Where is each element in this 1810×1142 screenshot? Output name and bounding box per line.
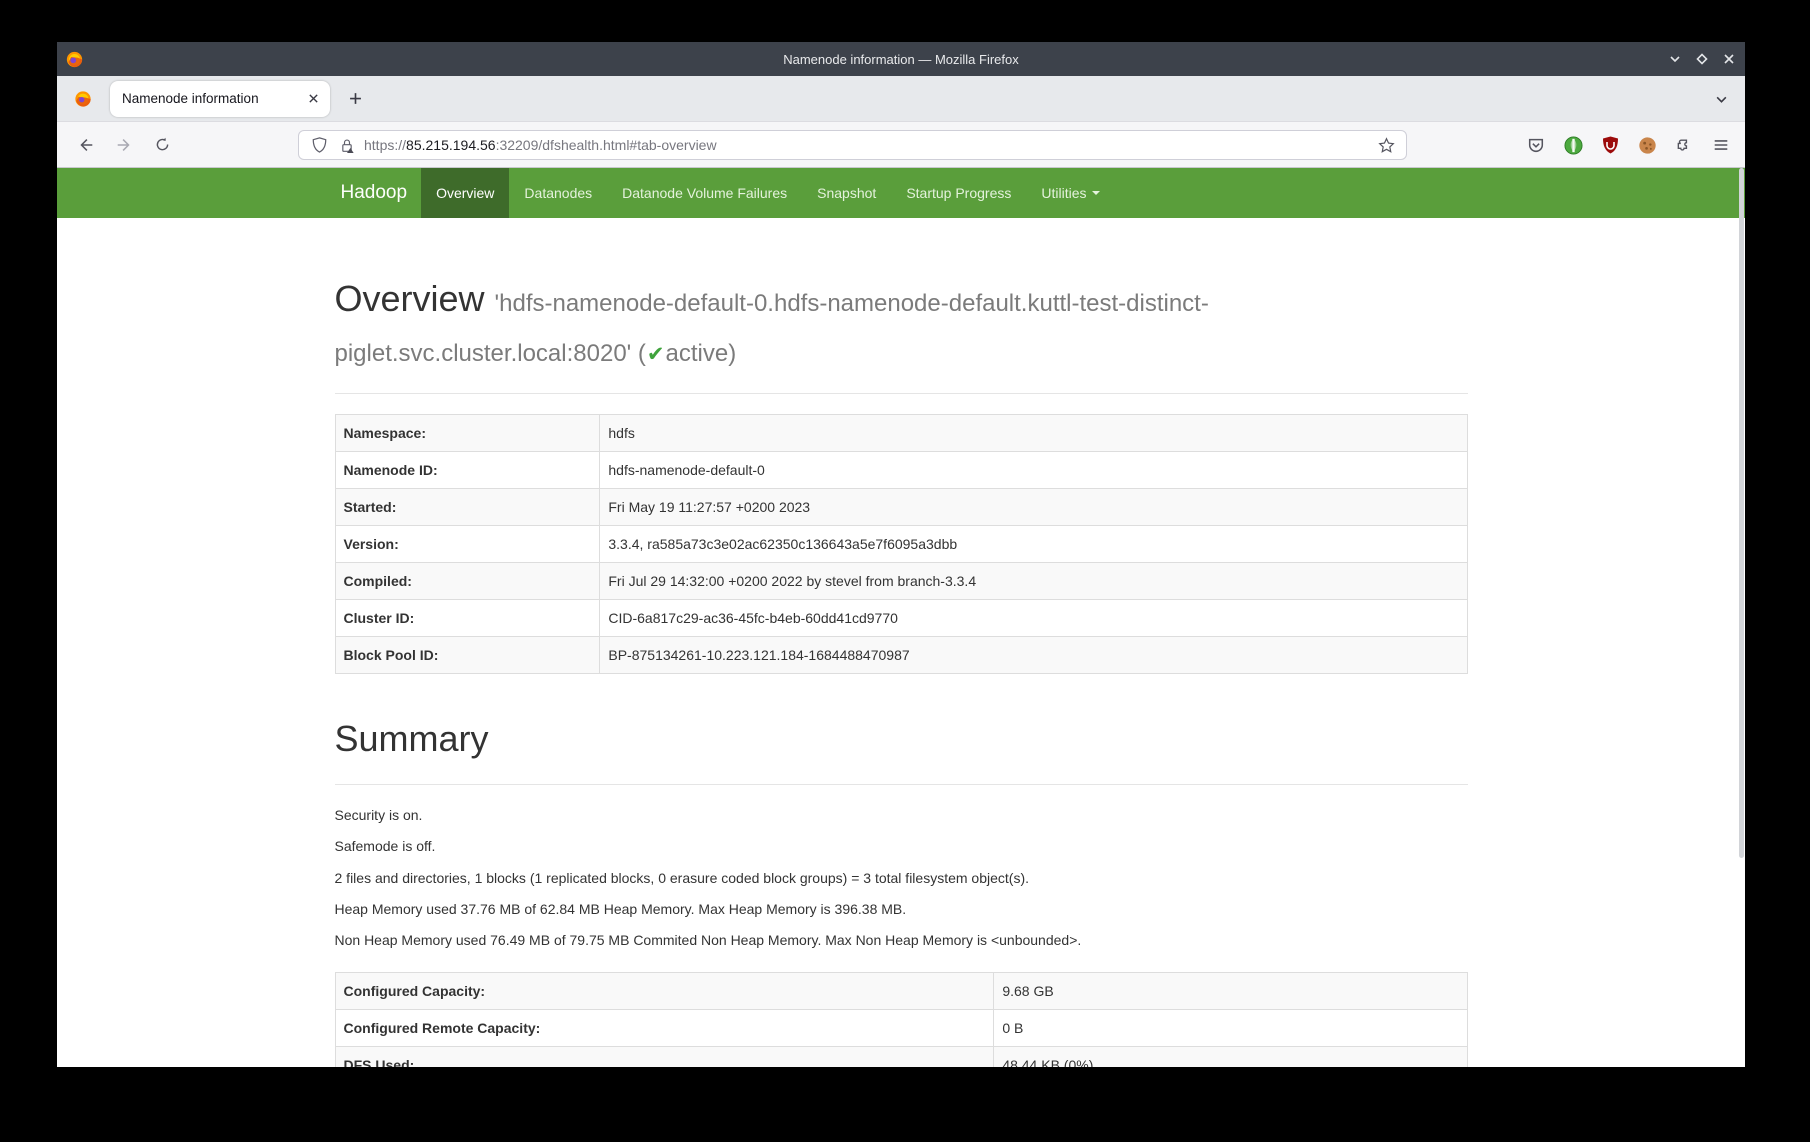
namenode-info-table: Namespace: hdfs Namenode ID: hdfs-nameno… bbox=[335, 414, 1468, 674]
ublock-origin-icon[interactable] bbox=[1598, 133, 1622, 157]
navigation-toolbar: https://85.215.194.56:32209/dfshealth.ht… bbox=[57, 122, 1745, 168]
table-row: Compiled: Fri Jul 29 14:32:00 +0200 2022… bbox=[335, 563, 1467, 600]
reload-icon[interactable] bbox=[147, 130, 177, 160]
heap-memory-text: Heap Memory used 37.76 MB of 62.84 MB He… bbox=[335, 899, 1468, 919]
row-value: Fri Jul 29 14:32:00 +0200 2022 by stevel… bbox=[600, 563, 1467, 600]
summary-heading: Summary bbox=[335, 714, 1468, 764]
toolbar-right-icons bbox=[1524, 130, 1733, 160]
tab-snapshot[interactable]: Snapshot bbox=[802, 168, 891, 218]
firefox-logo-icon bbox=[66, 51, 83, 68]
capacity-table: Configured Capacity: 9.68 GB Configured … bbox=[335, 972, 1468, 1067]
back-icon[interactable] bbox=[71, 130, 101, 160]
page-content: Overview 'hdfs-namenode-default-0.hdfs-n… bbox=[335, 274, 1468, 1067]
summary-paragraphs: Security is on. Safemode is off. 2 files… bbox=[335, 805, 1468, 950]
maximize-icon[interactable] bbox=[1695, 53, 1708, 66]
row-label: Cluster ID: bbox=[335, 600, 600, 637]
url-scheme: https:// bbox=[364, 137, 406, 153]
divider bbox=[335, 393, 1468, 394]
browser-window: Namenode information — Mozilla Firefox bbox=[57, 42, 1745, 1067]
tab-utilities-dropdown[interactable]: Utilities bbox=[1026, 168, 1114, 218]
table-row: Cluster ID: CID-6a817c29-ac36-45fc-b4eb-… bbox=[335, 600, 1467, 637]
hadoop-navbar-inner: Hadoop Overview Datanodes Datanode Volum… bbox=[335, 168, 1468, 218]
extensions-puzzle-icon[interactable] bbox=[1672, 133, 1696, 157]
tab-overview[interactable]: Overview bbox=[421, 168, 509, 218]
row-value: BP-875134261-10.223.121.184-168448847098… bbox=[600, 637, 1467, 674]
close-window-icon[interactable] bbox=[1722, 53, 1735, 66]
shield-extension-icon[interactable] bbox=[1561, 133, 1585, 157]
row-value: hdfs-namenode-default-0 bbox=[600, 452, 1467, 489]
minimize-icon[interactable] bbox=[1668, 53, 1681, 66]
window-title: Namenode information — Mozilla Firefox bbox=[57, 52, 1745, 67]
table-row: Configured Capacity: 9.68 GB bbox=[335, 972, 1467, 1009]
row-label: Compiled: bbox=[335, 563, 600, 600]
table-row: Namenode ID: hdfs-namenode-default-0 bbox=[335, 452, 1467, 489]
table-row: Namespace: hdfs bbox=[335, 415, 1467, 452]
url-domain: 85.215.194.56 bbox=[406, 137, 496, 153]
hadoop-brand-link[interactable]: Hadoop bbox=[335, 168, 422, 218]
row-label: Namenode ID: bbox=[335, 452, 600, 489]
desktop-background: Namenode information — Mozilla Firefox bbox=[0, 0, 1810, 1142]
table-row: Version: 3.3.4, ra585a73c3e02ac62350c136… bbox=[335, 526, 1467, 563]
caret-down-icon bbox=[1092, 191, 1100, 195]
row-label: Started: bbox=[335, 489, 600, 526]
vertical-scrollbar[interactable] bbox=[1739, 168, 1744, 858]
menu-hamburger-icon[interactable] bbox=[1709, 133, 1733, 157]
tab-datanodes[interactable]: Datanodes bbox=[509, 168, 607, 218]
lock-warning-icon[interactable] bbox=[339, 137, 355, 153]
filesystem-objects-text: 2 files and directories, 1 blocks (1 rep… bbox=[335, 868, 1468, 888]
table-row: Started: Fri May 19 11:27:57 +0200 2023 bbox=[335, 489, 1467, 526]
url-text: https://85.215.194.56:32209/dfshealth.ht… bbox=[364, 137, 1376, 153]
window-controls bbox=[1668, 42, 1735, 76]
url-bar[interactable]: https://85.215.194.56:32209/dfshealth.ht… bbox=[298, 130, 1407, 160]
tab-title: Namenode information bbox=[122, 91, 282, 106]
table-row: Configured Remote Capacity: 0 B bbox=[335, 1009, 1467, 1046]
row-value: 48.44 KB (0%) bbox=[994, 1046, 1467, 1067]
namenode-status: active) bbox=[666, 340, 737, 367]
row-label: DFS Used: bbox=[335, 1046, 994, 1067]
overview-title: Overview bbox=[335, 278, 485, 319]
row-label: Configured Remote Capacity: bbox=[335, 1009, 994, 1046]
utilities-label: Utilities bbox=[1041, 168, 1086, 218]
row-value: 9.68 GB bbox=[994, 972, 1467, 1009]
browser-tab[interactable]: Namenode information bbox=[110, 81, 330, 117]
non-heap-memory-text: Non Heap Memory used 76.49 MB of 79.75 M… bbox=[335, 930, 1468, 950]
forward-icon[interactable] bbox=[109, 130, 139, 160]
list-all-tabs-chevron-icon[interactable] bbox=[1711, 89, 1731, 109]
hadoop-navbar: Hadoop Overview Datanodes Datanode Volum… bbox=[57, 168, 1745, 218]
table-row: Block Pool ID: BP-875134261-10.223.121.1… bbox=[335, 637, 1467, 674]
new-tab-icon[interactable] bbox=[342, 86, 368, 112]
tab-startup-progress[interactable]: Startup Progress bbox=[891, 168, 1026, 218]
page-viewport: Hadoop Overview Datanodes Datanode Volum… bbox=[57, 168, 1745, 1067]
security-status-text: Security is on. bbox=[335, 805, 1468, 825]
safemode-status-text: Safemode is off. bbox=[335, 836, 1468, 856]
divider bbox=[335, 784, 1468, 785]
row-label: Version: bbox=[335, 526, 600, 563]
row-label: Block Pool ID: bbox=[335, 637, 600, 674]
overview-heading: Overview 'hdfs-namenode-default-0.hdfs-n… bbox=[335, 274, 1468, 373]
row-label: Namespace: bbox=[335, 415, 600, 452]
check-icon: ✔ bbox=[646, 343, 666, 366]
cookie-icon[interactable] bbox=[1635, 133, 1659, 157]
tab-datanode-volume-failures[interactable]: Datanode Volume Failures bbox=[607, 168, 802, 218]
pocket-icon[interactable] bbox=[1524, 133, 1548, 157]
firefox-view-icon[interactable] bbox=[73, 89, 93, 109]
title-bar: Namenode information — Mozilla Firefox bbox=[57, 42, 1745, 76]
tab-strip: Namenode information bbox=[57, 76, 1745, 122]
bookmark-star-icon[interactable] bbox=[1376, 135, 1396, 155]
tab-close-icon[interactable] bbox=[304, 90, 322, 108]
url-path: :32209/dfshealth.html#tab-overview bbox=[496, 137, 717, 153]
row-label: Configured Capacity: bbox=[335, 972, 994, 1009]
row-value: CID-6a817c29-ac36-45fc-b4eb-60dd41cd9770 bbox=[600, 600, 1467, 637]
row-value: 3.3.4, ra585a73c3e02ac62350c136643a5e7f6… bbox=[600, 526, 1467, 563]
row-value: hdfs bbox=[600, 415, 1467, 452]
row-value: 0 B bbox=[994, 1009, 1467, 1046]
table-row: DFS Used: 48.44 KB (0%) bbox=[335, 1046, 1467, 1067]
tracking-shield-icon[interactable] bbox=[311, 137, 327, 153]
row-value: Fri May 19 11:27:57 +0200 2023 bbox=[600, 489, 1467, 526]
